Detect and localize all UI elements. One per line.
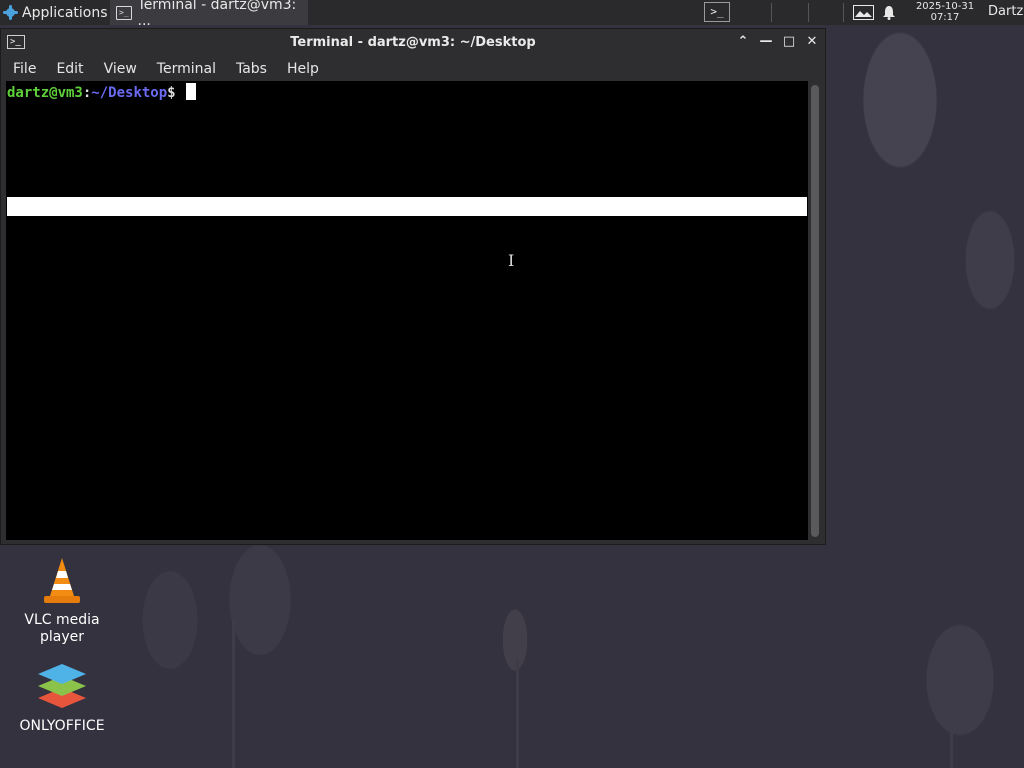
desktop-icon-onlyoffice[interactable]: ONLYOFFICE	[12, 660, 112, 735]
onlyoffice-stack-icon	[38, 664, 86, 708]
terminal-screen[interactable]: dartz@vm3:~/Desktop$ I	[6, 81, 808, 540]
ibeam-cursor-icon: I	[508, 251, 515, 270]
terminal-launcher-icon[interactable]: >_	[704, 2, 730, 22]
notification-bell-icon[interactable]	[882, 5, 896, 20]
vlc-cone-icon	[44, 558, 80, 603]
wallpaper-stem	[950, 690, 953, 768]
minimize-button[interactable]: —	[758, 34, 774, 50]
taskbar-item-terminal[interactable]: >_ Terminal - dartz@vm3: ...	[110, 0, 308, 29]
maximize-button[interactable]: □	[781, 34, 797, 50]
panel-separator	[843, 3, 844, 22]
xfce-logo-icon	[3, 5, 18, 20]
prompt-path: ~/Desktop	[91, 85, 168, 101]
menu-terminal[interactable]: Terminal	[145, 61, 224, 77]
applications-menu-button[interactable]: Applications ≡	[0, 0, 123, 25]
terminal-icon: >_	[116, 5, 132, 20]
menu-bar: File Edit View Terminal Tabs Help	[1, 57, 825, 81]
window-title: Terminal - dartz@vm3: ~/Desktop	[290, 35, 536, 50]
menu-file[interactable]: File	[1, 61, 44, 77]
clock-date: 2025-10-31	[915, 1, 975, 12]
wallpaper-stem	[516, 660, 519, 768]
chevron-up-icon[interactable]: ⌃	[735, 34, 751, 50]
clock-time: 07:17	[930, 12, 960, 23]
scrollbar[interactable]	[811, 85, 819, 537]
panel-separator	[771, 3, 772, 22]
desktop-icon-label: ONLYOFFICE	[19, 718, 105, 734]
text-cursor	[185, 83, 196, 100]
menu-view[interactable]: View	[92, 61, 145, 77]
panel-separator	[808, 3, 809, 22]
applications-label: Applications	[22, 4, 108, 21]
desktop-icon-label: VLC media player	[24, 612, 100, 645]
menu-help[interactable]: Help	[275, 61, 327, 77]
terminal-window: >_ Terminal - dartz@vm3: ~/Desktop ⌃ — □…	[0, 28, 826, 545]
close-button[interactable]: ✕	[804, 34, 820, 50]
prompt-symbol: $	[167, 85, 176, 101]
clock[interactable]: 2025-10-31 07:17	[905, 1, 985, 23]
window-titlebar[interactable]: >_ Terminal - dartz@vm3: ~/Desktop ⌃ — □…	[1, 29, 825, 57]
menu-edit[interactable]: Edit	[44, 61, 91, 77]
taskbar-item-label: Terminal - dartz@vm3: ...	[137, 0, 297, 29]
desktop-icon-vlc[interactable]: VLC media player	[12, 556, 112, 646]
prompt-user-host: dartz@vm3	[7, 85, 83, 101]
highlight-bar	[7, 197, 807, 216]
wallpaper-stem	[232, 620, 235, 768]
network-icon[interactable]	[853, 5, 874, 20]
shell-prompt: dartz@vm3:~/Desktop$	[7, 83, 196, 102]
top-panel: Applications ≡ >_ Terminal - dartz@vm3: …	[0, 0, 1024, 29]
menu-tabs[interactable]: Tabs	[224, 61, 275, 77]
user-menu[interactable]: Dartz	[988, 4, 1023, 19]
